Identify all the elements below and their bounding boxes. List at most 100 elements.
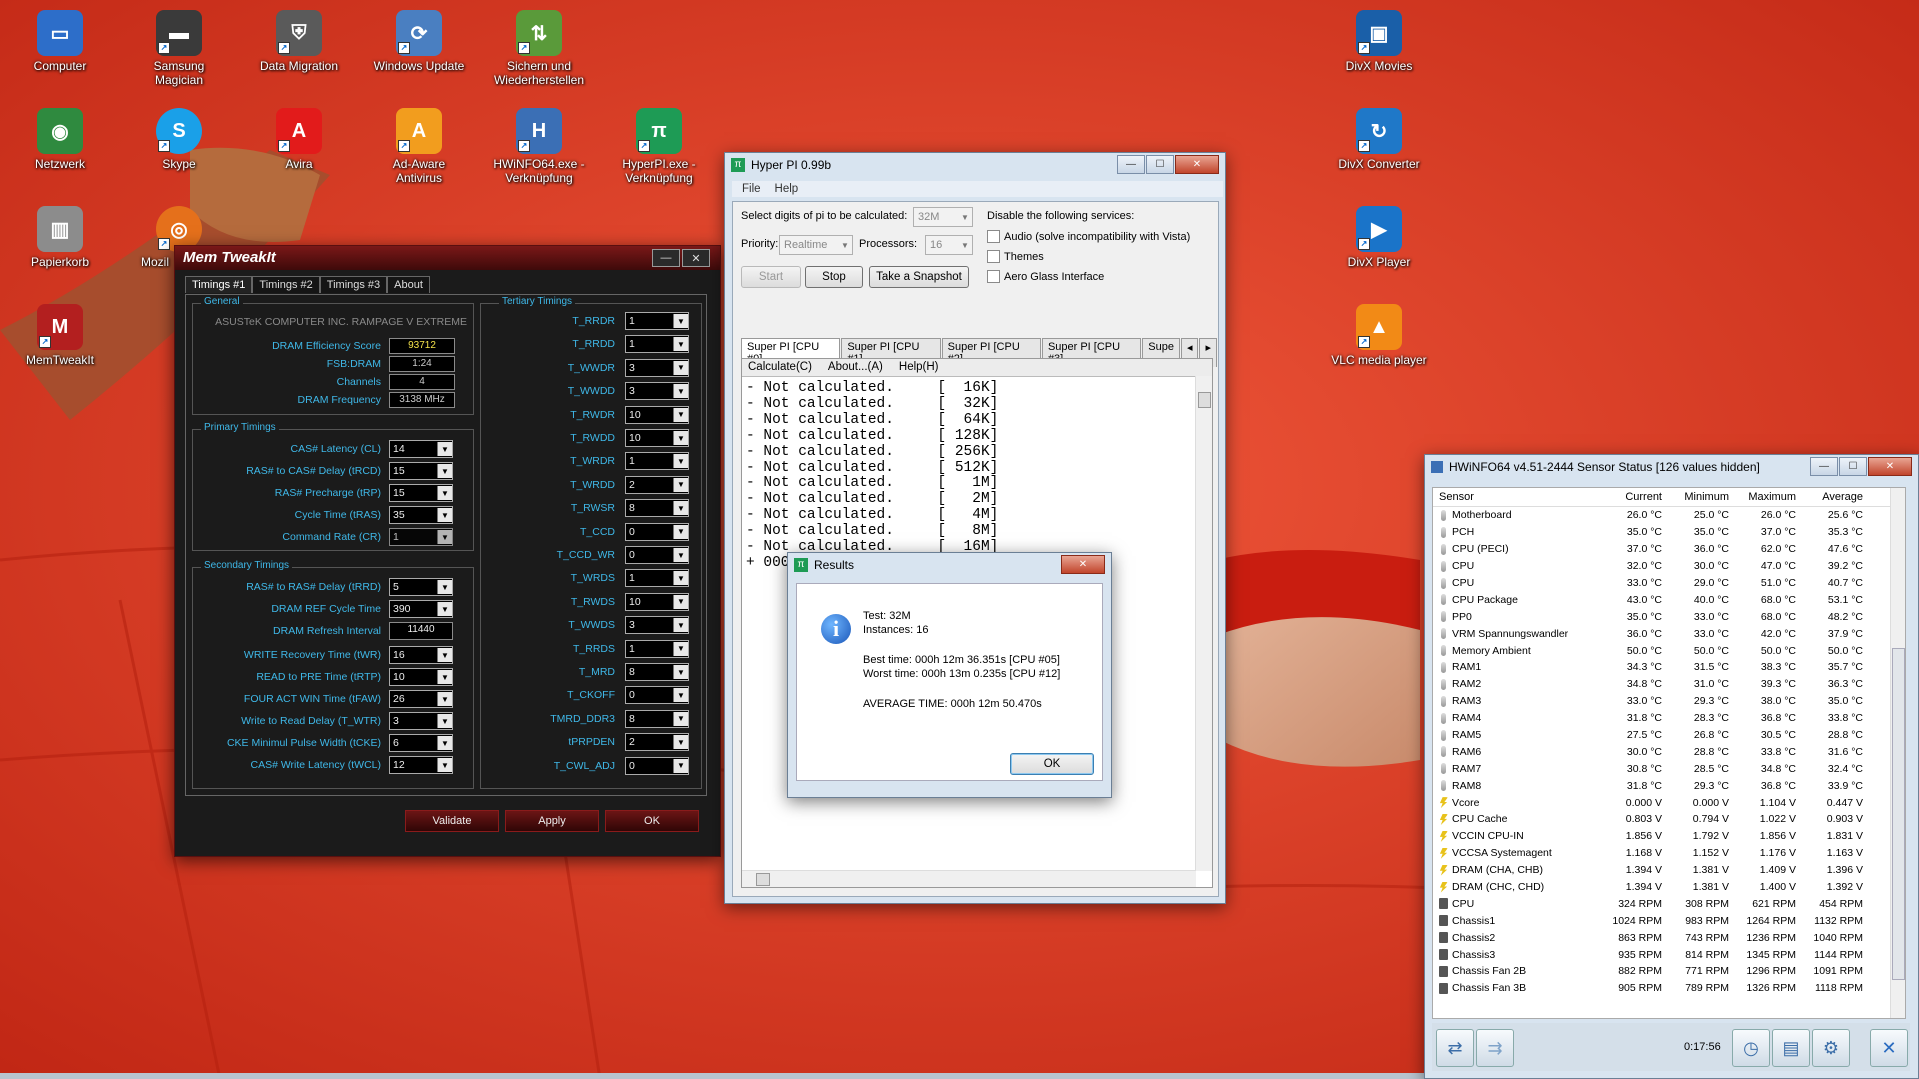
table-row[interactable]: PCH 35.0 °C 35.0 °C 37.0 °C 35.3 °C [1433,524,1905,541]
timing-select[interactable]: 8 ▼ [625,663,689,681]
tras-select[interactable]: 35 ▼ [389,506,453,524]
hyperpi-desktop-icon[interactable]: π ↗ HyperPI.exe - Verknüpfung [609,108,709,185]
table-row[interactable]: PP0 35.0 °C 33.0 °C 68.0 °C 48.2 °C [1433,608,1905,625]
table-row[interactable]: DRAM (CHA, CHB) 1.394 V 1.381 V 1.409 V 1.39… [1433,862,1905,879]
divx-movies-desktop-icon[interactable]: ▣ ↗ DivX Movies [1329,10,1429,73]
tab-timings-1[interactable]: Timings #1 [185,276,253,293]
priority-select[interactable]: Realtime ▼ [779,235,853,255]
timing-select[interactable]: 0 ▼ [625,756,689,775]
menu-about[interactable]: About...(A) [828,359,883,376]
table-row[interactable]: RAM3 33.0 °C 29.3 °C 38.0 °C 35.0 °C [1433,693,1905,710]
maximize-button[interactable]: ☐ [1146,155,1174,174]
trcd-select[interactable]: 15 ▼ [389,462,453,480]
trrd-select[interactable]: 5 ▼ [389,578,453,596]
close-button[interactable]: ✕ [682,249,710,267]
windows-update-desktop-icon[interactable]: ⟳ ↗ Windows Update [369,10,469,73]
validate-button[interactable]: Validate [405,810,499,832]
scroll-thumb[interactable] [1892,648,1905,980]
table-row[interactable]: RAM4 31.8 °C 28.3 °C 36.8 °C 33.8 °C [1433,710,1905,727]
close-button[interactable]: ✕ [1061,555,1105,574]
table-row[interactable]: CPU 324 RPM 308 RPM 621 RPM 454 RPM [1433,895,1905,912]
stop-button[interactable]: Stop [805,266,863,288]
results-dialog[interactable]: π Results ✕ i Test: 32M Instances: 16 Be… [787,552,1112,798]
refresh-interval-input[interactable]: 11440 [389,622,453,640]
timing-select[interactable]: 0 ▼ [625,546,689,564]
minimize-button[interactable]: — [1117,155,1145,174]
ok-button[interactable]: OK [605,810,699,832]
memtweakit-desktop-icon[interactable]: M ↗ MemTweakIt [10,304,110,367]
timing-select[interactable]: 1 ▼ [625,569,689,588]
close-button[interactable]: ✕ [1868,457,1912,476]
table-row[interactable]: Chassis2 863 RPM 743 RPM 1236 RPM 1040 RPM [1433,929,1905,946]
processors-select[interactable]: 16 ▼ [925,235,973,255]
table-row[interactable]: VCCIN CPU-IN 1.856 V 1.792 V 1.856 V 1.831 V [1433,828,1905,845]
skype-desktop-icon[interactable]: S ↗ Skype [129,108,229,171]
tab-timings-2[interactable]: Timings #2 [252,276,320,293]
log-file-icon[interactable]: ▤ [1772,1029,1810,1067]
audio-checkbox[interactable]: Audio (solve incompatibility with Vista) [987,230,1190,243]
timing-select[interactable]: 3 ▼ [625,382,689,401]
table-row[interactable]: DRAM (CHC, CHD) 1.394 V 1.381 V 1.400 V 1.39… [1433,879,1905,896]
timing-select[interactable]: 1 ▼ [625,639,689,658]
timing-select[interactable]: 2 ▼ [625,733,689,752]
table-row[interactable]: Motherboard 26.0 °C 25.0 °C 26.0 °C 25.6 °C [1433,507,1905,524]
tab-timings-3[interactable]: Timings #3 [319,276,388,293]
themes-checkbox[interactable]: Themes [987,250,1044,263]
start-button[interactable]: Start [741,266,801,288]
data-migration-desktop-icon[interactable]: ⛨ ↗ Data Migration [249,10,349,73]
network-desktop-icon[interactable]: ◉ Netzwerk [10,108,110,171]
digits-select[interactable]: 32M ▼ [913,207,973,227]
close-button[interactable]: ✕ [1175,155,1219,174]
table-row[interactable]: CPU 33.0 °C 29.0 °C 51.0 °C 40.7 °C [1433,575,1905,592]
table-row[interactable]: CPU Package 43.0 °C 40.0 °C 68.0 °C 53.1 °C [1433,591,1905,608]
table-row[interactable]: RAM1 34.3 °C 31.5 °C 38.3 °C 35.7 °C [1433,659,1905,676]
cas-latency-select[interactable]: 14 ▼ [389,440,453,458]
timing-select[interactable]: 1 ▼ [625,452,689,471]
timing-select[interactable]: 0 ▼ [625,686,689,705]
minimize-button[interactable]: — [652,249,680,267]
twtr-select[interactable]: 3 ▼ [389,712,453,730]
table-row[interactable]: Memory Ambient 50.0 °C 50.0 °C 50.0 °C 50.0 … [1433,642,1905,659]
column-header[interactable]: Minimum [1668,491,1735,503]
table-row[interactable]: Chassis Fan 2B 882 RPM 771 RPM 1296 RPM 1091… [1433,963,1905,980]
timing-select[interactable]: 1 ▼ [625,312,689,330]
table-row[interactable]: RAM7 30.8 °C 28.5 °C 34.8 °C 32.4 °C [1433,760,1905,777]
timing-select[interactable]: 8 ▼ [625,499,689,518]
timing-select[interactable]: 2 ▼ [625,475,689,494]
tab-about[interactable]: About [387,276,430,293]
close-sensors-icon[interactable]: ✕ [1870,1029,1908,1067]
table-row[interactable]: CPU (PECI) 37.0 °C 36.0 °C 62.0 °C 47.6 °C [1433,541,1905,558]
ref-cycle-select[interactable]: 390 ▼ [389,600,453,618]
scroll-thumb[interactable] [756,873,770,886]
command-rate-select[interactable]: 1 ▼ [389,528,453,546]
menu-calculate[interactable]: Calculate(C) [748,359,812,376]
computer-desktop-icon[interactable]: ▭ Computer [10,10,110,73]
table-row[interactable]: Chassis3 935 RPM 814 RPM 1345 RPM 1144 RPM [1433,946,1905,963]
hwinfo-desktop-icon[interactable]: H ↗ HWiNFO64.exe - Verknüpfung [489,108,589,185]
timing-select[interactable]: 1 ▼ [625,335,689,354]
samsung-magician-desktop-icon[interactable]: ▬ ↗ Samsung Magician [129,10,229,87]
timing-select[interactable]: 3 ▼ [625,358,689,377]
vlc-desktop-icon[interactable]: ▲ ↗ VLC media player [1329,304,1429,367]
aero-glass-checkbox[interactable]: Aero Glass Interface [987,270,1104,283]
timing-select[interactable]: 10 ▼ [625,592,689,611]
tcke-select[interactable]: 6 ▼ [389,734,453,752]
clock-icon[interactable]: ◷ [1732,1029,1770,1067]
tfaw-select[interactable]: 26 ▼ [389,690,453,708]
snapshot-button[interactable]: Take a Snapshot [869,266,969,288]
table-row[interactable]: VRM Spannungswandler 36.0 °C 33.0 °C 42.0 °… [1433,625,1905,642]
twr-select[interactable]: 16 ▼ [389,646,453,664]
divx-converter-desktop-icon[interactable]: ↻ ↗ DivX Converter [1329,108,1429,171]
collapse-arrows-icon[interactable]: ⇉ [1476,1029,1514,1067]
table-row[interactable]: VCCSA Systemagent 1.168 V 1.152 V 1.176 V 1.… [1433,845,1905,862]
ad-aware-desktop-icon[interactable]: A ↗ Ad-Aware Antivirus [369,108,469,185]
trp-select[interactable]: 15 ▼ [389,484,453,502]
table-row[interactable]: RAM5 27.5 °C 26.8 °C 30.5 °C 28.8 °C [1433,727,1905,744]
ok-button[interactable]: OK [1010,753,1094,775]
avira-desktop-icon[interactable]: A ↗ Avira [249,108,349,171]
column-header[interactable]: Sensor [1433,491,1601,503]
table-row[interactable]: CPU 32.0 °C 30.0 °C 47.0 °C 39.2 °C [1433,558,1905,575]
trtp-select[interactable]: 10 ▼ [389,668,453,686]
maximize-button[interactable]: ☐ [1839,457,1867,476]
vertical-scrollbar[interactable] [1195,376,1212,871]
